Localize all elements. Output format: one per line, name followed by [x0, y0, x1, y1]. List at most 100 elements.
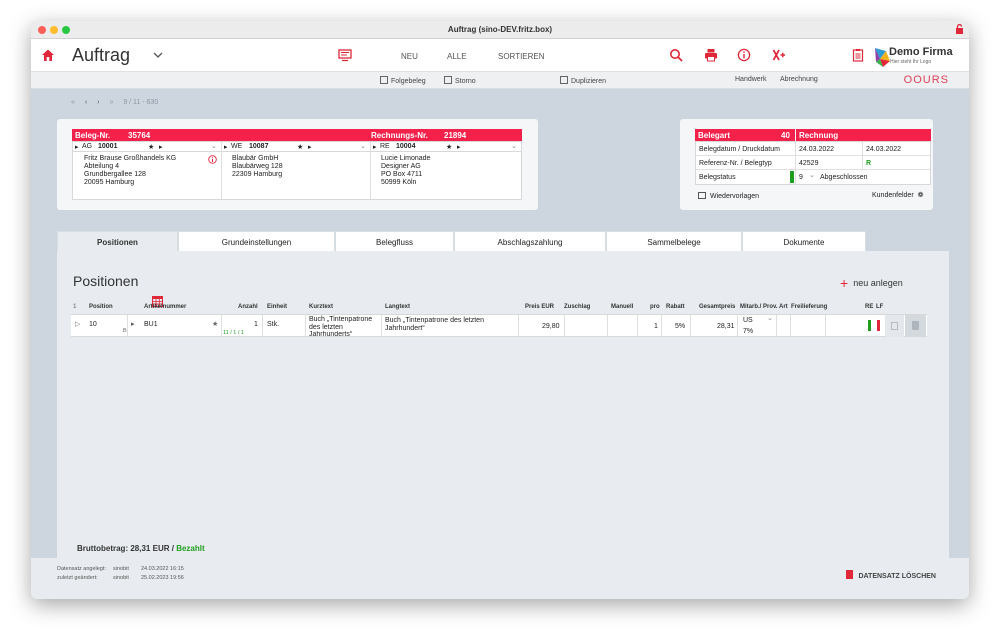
expand-arrow-icon[interactable]: ▸ — [224, 143, 228, 151]
all-button[interactable]: ALLE — [447, 52, 467, 61]
address-line: Blaubär GmbH — [232, 155, 279, 162]
expand-arrow-icon[interactable]: ▸ — [75, 143, 79, 151]
row-anzahl[interactable]: 1 — [254, 321, 258, 329]
follow-document-button[interactable]: Folgebeleg — [380, 76, 426, 85]
forward-arrow-icon[interactable]: ▸ — [457, 143, 461, 151]
document-date[interactable]: 24.03.2022 — [799, 146, 834, 154]
col-pro[interactable]: pro — [650, 304, 660, 310]
row-rabatt[interactable]: 5% — [675, 323, 685, 331]
next-record-icon[interactable]: › — [97, 99, 99, 106]
remove-user-icon[interactable] — [772, 48, 786, 62]
abrechnung-button[interactable]: Abrechnung — [780, 76, 818, 83]
tab-abschlagszahlung[interactable]: Abschlagszahlung — [454, 231, 606, 251]
address-line: Lucie Limonade — [381, 155, 431, 162]
row-kurztext[interactable]: Buch „Tintenpatrone des letzten Jahrhund… — [309, 316, 372, 336]
customer-fields-button[interactable]: Kundenfelder ❁ — [872, 192, 924, 200]
lf-status-indicator — [877, 320, 880, 331]
print-icon[interactable] — [704, 48, 718, 62]
new-position-label: neu anlegen — [853, 278, 903, 288]
monitor-icon[interactable] — [338, 48, 352, 62]
col-re[interactable]: RE — [865, 304, 873, 310]
row-gesamtpreis[interactable]: 28,31 — [717, 323, 735, 331]
address-number: 10087 — [249, 143, 269, 150]
row-edit-button[interactable] — [885, 315, 904, 337]
address-lines: Blaubär GmbH Blaubärweg 128 22309 Hambur… — [232, 155, 283, 179]
address-number: 10004 — [396, 143, 416, 150]
favorite-star-icon[interactable]: ★ — [297, 143, 303, 151]
dropdown-chevron-icon[interactable]: ⌄ — [360, 142, 366, 150]
row-prov[interactable]: 7% — [743, 328, 753, 336]
employee-dropdown-icon[interactable]: ⌄ — [767, 315, 773, 323]
info-icon[interactable] — [737, 48, 751, 62]
status-dropdown-icon[interactable]: ⌄ — [809, 172, 815, 180]
row-delete-button[interactable] — [905, 315, 926, 337]
status-value[interactable]: 9 — [799, 174, 803, 182]
col-gesamtpreis[interactable]: Gesamtpreis — [699, 304, 735, 310]
customer-fields-label: Kundenfelder — [872, 192, 914, 199]
col-position[interactable]: Position — [89, 304, 113, 310]
new-position-button[interactable]: + neu anlegen — [840, 275, 903, 291]
col-artikelnummer[interactable]: Artikelnummer — [144, 304, 186, 310]
col-anzahl[interactable]: Anzahl — [238, 304, 258, 310]
forward-arrow-icon[interactable]: ▸ — [159, 143, 163, 151]
article-expand-icon[interactable]: ▸ — [131, 321, 135, 329]
table-row[interactable]: ▷ 10 B ▸ BU1 ★ 1 11 / 1 / 1 Stk. Buch „T… — [71, 314, 927, 337]
row-artikel[interactable]: BU1 — [144, 321, 158, 329]
col-langtext[interactable]: Langtext — [385, 304, 410, 310]
row-pro[interactable]: 1 — [654, 323, 658, 331]
row-langtext[interactable]: Buch „Tintenpatrone des letzten Jahrhund… — [385, 317, 484, 332]
sort-button[interactable]: SORTIEREN — [498, 52, 545, 61]
print-date[interactable]: 24.03.2022 — [866, 146, 901, 154]
favorite-star-icon[interactable]: ★ — [212, 321, 218, 329]
forward-arrow-icon[interactable]: ▸ — [308, 143, 312, 151]
first-record-icon[interactable]: « — [71, 99, 75, 106]
tab-dokumente[interactable]: Dokumente — [742, 231, 866, 251]
col-rabatt[interactable]: Rabatt — [666, 304, 685, 310]
col-zuschlag[interactable]: Zuschlag — [564, 304, 590, 310]
tab-belegfluss[interactable]: Belegfluss — [335, 231, 454, 251]
col-mitarb-prov[interactable]: Mitarb./ Prov. — [740, 304, 778, 310]
handwerk-button[interactable]: Handwerk — [735, 76, 767, 83]
resubmissions-button[interactable]: Wiedervorlagen — [698, 192, 759, 201]
reference-number[interactable]: 42529 — [799, 160, 818, 168]
clipboard-icon[interactable] — [851, 48, 865, 62]
address-header-re[interactable]: ▸ RE 10004 ★ ▸ ⌄ — [371, 142, 521, 152]
duplicate-button[interactable]: Duplizieren — [560, 76, 606, 85]
dropdown-chevron-icon[interactable]: ⌄ — [511, 142, 517, 150]
record-pager: « ‹ › » 9 / 11 - 630 — [71, 99, 166, 106]
search-icon[interactable] — [669, 48, 683, 62]
tab-grundeinstellungen[interactable]: Grundeinstellungen — [178, 231, 335, 251]
logo-tagline: Hier steht Ihr Logo — [890, 59, 932, 65]
tab-sammelbelege[interactable]: Sammelbelege — [606, 231, 742, 251]
col-manuell[interactable]: Manuell — [611, 304, 633, 310]
favorite-star-icon[interactable]: ★ — [446, 143, 452, 151]
address-header-ag[interactable]: ▸ AG 10001 ★ ▸ ⌄ — [73, 142, 221, 152]
home-icon[interactable] — [41, 48, 55, 62]
new-button[interactable]: NEU — [401, 52, 418, 61]
document-kind[interactable]: R — [866, 160, 871, 168]
col-kurztext[interactable]: Kurztext — [309, 304, 333, 310]
expand-arrow-icon[interactable]: ▸ — [373, 143, 377, 151]
col-lf[interactable]: LF — [876, 304, 883, 310]
col-preis[interactable]: Preis EUR — [525, 304, 554, 310]
previous-record-icon[interactable]: ‹ — [85, 99, 87, 106]
address-lines: Lucie Limonade Designer AG PO Box 4711 5… — [381, 155, 430, 187]
expand-row-icon[interactable]: ▷ — [75, 321, 80, 329]
address-header-we[interactable]: ▸ WE 10087 ★ ▸ ⌄ — [222, 142, 370, 152]
favorite-star-icon[interactable]: ★ — [148, 143, 154, 151]
tab-positionen[interactable]: Positionen — [57, 231, 178, 251]
storno-button[interactable]: Storno — [444, 76, 476, 85]
col-freilieferung[interactable]: Freilieferung — [791, 304, 827, 310]
app-window: Auftrag (sino-DEV.fritz.box) Auftrag NEU… — [31, 21, 969, 599]
row-preis[interactable]: 29,80 — [542, 323, 560, 331]
last-record-icon[interactable]: » — [109, 99, 113, 106]
row-mitarb[interactable]: US — [743, 317, 753, 325]
row-position[interactable]: 10 — [89, 321, 97, 329]
delete-record-button[interactable]: DATENSATZ LÖSCHEN — [846, 570, 936, 580]
col-art[interactable]: Art — [779, 304, 788, 310]
info-icon[interactable] — [208, 155, 217, 164]
dropdown-chevron-icon[interactable]: ⌄ — [211, 142, 217, 150]
col-einheit[interactable]: Einheit — [267, 304, 287, 310]
chevron-down-icon[interactable] — [153, 51, 163, 59]
row-einheit[interactable]: Stk. — [267, 321, 279, 329]
